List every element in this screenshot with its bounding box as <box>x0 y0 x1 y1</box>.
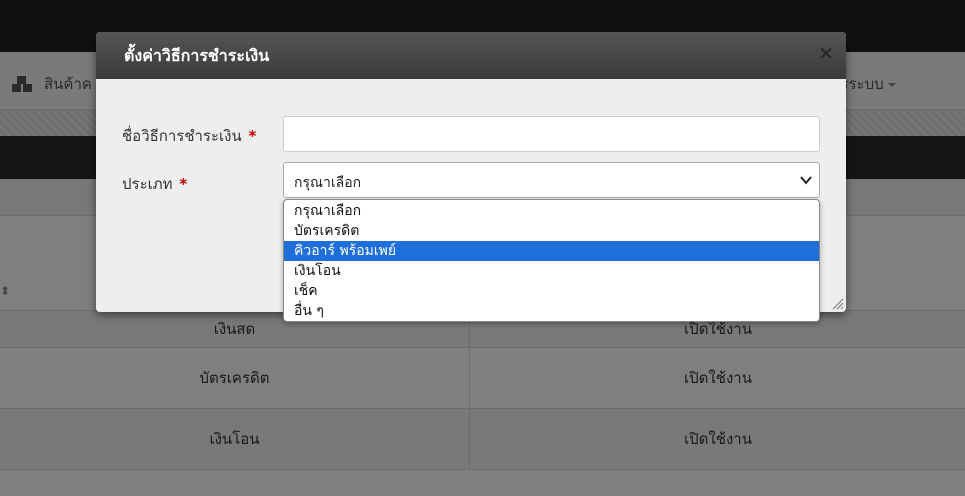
payment-type-select[interactable]: กรุณาเลือก <box>283 162 820 198</box>
required-mark: * <box>179 175 188 193</box>
option-item[interactable]: บัตรเครดิต <box>284 221 819 241</box>
payment-name-label-text: ชื่อวิธีการชำระเงิน <box>122 127 242 145</box>
payment-type-label-text: ประเภท <box>122 175 173 193</box>
payment-name-label: ชื่อวิธีการชำระเงิน * <box>122 124 256 148</box>
option-item[interactable]: กรุณาเลือก <box>284 201 819 221</box>
chevron-down-icon <box>800 176 812 185</box>
required-mark: * <box>248 127 257 145</box>
option-item[interactable]: เช็ค <box>284 281 819 301</box>
payment-type-options: กรุณาเลือก บัตรเครดิต คิวอาร์ พร้อมเพย์ … <box>283 199 820 322</box>
payment-type-selected: กรุณาเลือก <box>294 175 362 191</box>
modal-title: ตั้งค่าวิธีการชำระเงิน <box>124 46 270 65</box>
option-item[interactable]: เงินโอน <box>284 261 819 281</box>
option-item-highlighted[interactable]: คิวอาร์ พร้อมเพย์ <box>284 241 819 261</box>
close-button[interactable]: × <box>818 44 834 63</box>
option-item[interactable]: อื่น ๆ <box>284 301 819 321</box>
payment-type-label: ประเภท * <box>122 172 187 196</box>
payment-name-input[interactable] <box>283 116 820 152</box>
resize-grip-icon[interactable] <box>830 296 844 310</box>
modal-header: ตั้งค่าวิธีการชำระเงิน × <box>96 32 846 79</box>
